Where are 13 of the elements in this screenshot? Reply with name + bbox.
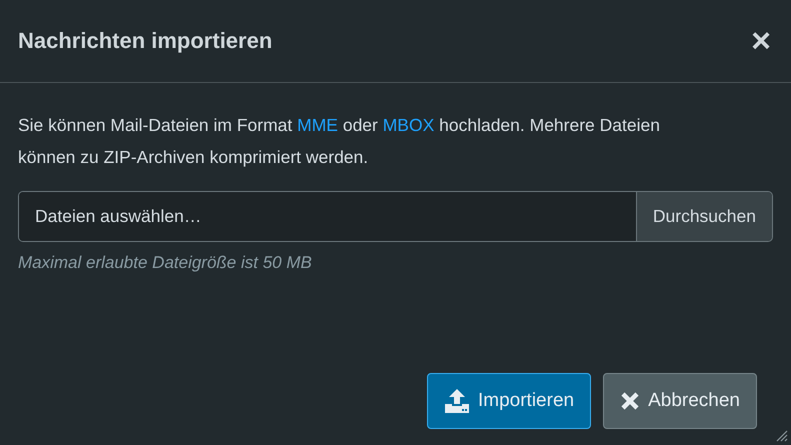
dialog-title: Nachrichten importieren	[18, 28, 272, 54]
help-text: Maximal erlaubte Dateigröße ist 50 MB	[18, 252, 313, 274]
close-button[interactable]: ×	[751, 24, 771, 58]
format-link[interactable]: MME	[297, 115, 338, 135]
upload-icon	[444, 388, 470, 414]
description-text: Sie können Mail-Dateien im Format MME oder MBOX hochladen. Mehrere Dateien können zu ZIP-Archiven komprimiert werden.	[18, 114, 661, 169]
close-icon	[620, 391, 640, 411]
browse-button[interactable]: Durchsuchen	[636, 192, 772, 241]
file-input-field[interactable]: Dateien auswählen… Durchsuchen	[18, 191, 773, 242]
import-button[interactable]: Importieren	[426, 373, 592, 429]
format-link[interactable]: MBOX	[382, 115, 434, 135]
cancel-button[interactable]: Abbrechen	[603, 373, 757, 429]
resize-grip-icon[interactable]	[776, 430, 788, 442]
